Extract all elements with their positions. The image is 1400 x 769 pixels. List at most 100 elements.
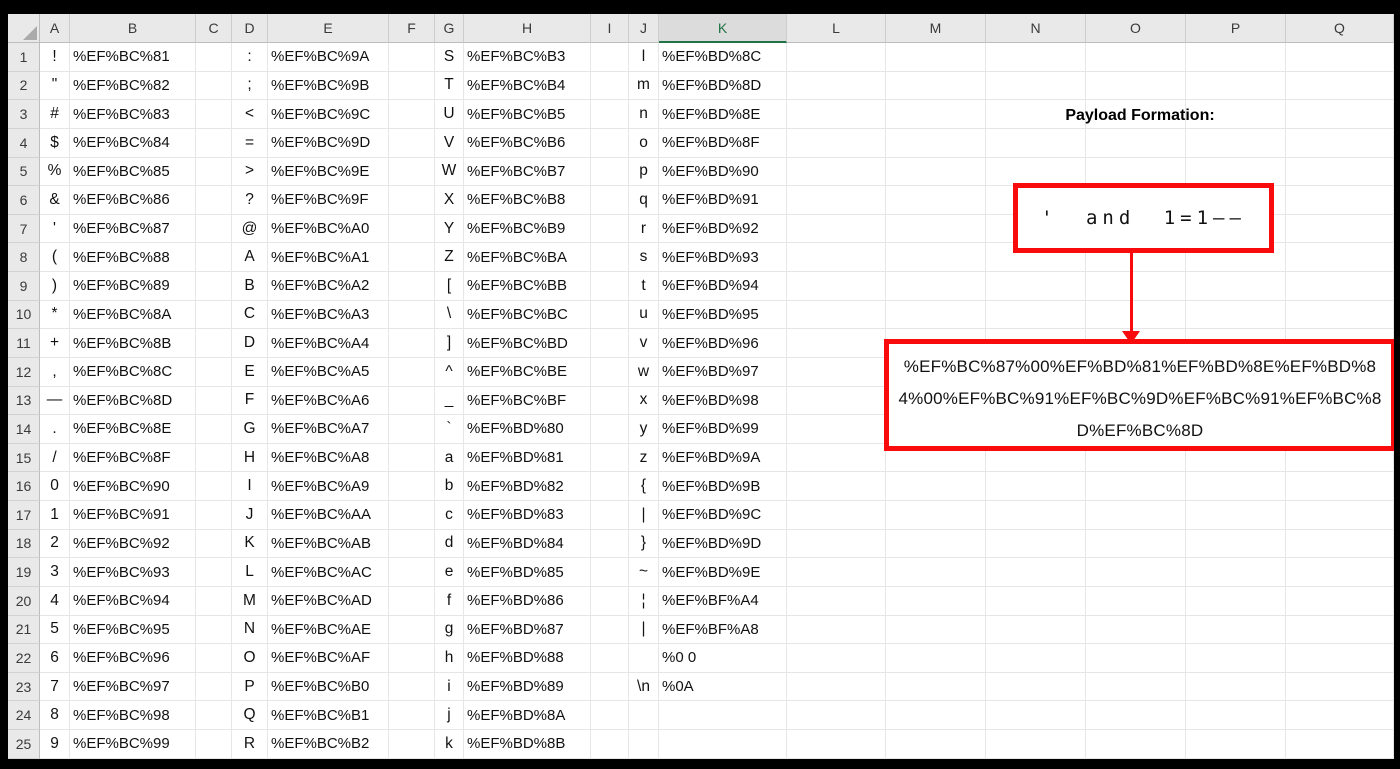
cell-G1[interactable]: S (435, 43, 464, 72)
row-header-2[interactable]: 2 (8, 71, 40, 101)
cell-N23[interactable] (986, 672, 1086, 702)
cell-Q18[interactable] (1286, 529, 1394, 559)
cell-O6[interactable] (1086, 186, 1186, 215)
cell-H12[interactable]: %EF%BC%BE (464, 357, 591, 387)
cell-N5[interactable] (986, 157, 1086, 187)
cell-D13[interactable]: F (232, 386, 268, 416)
cell-Q9[interactable] (1286, 272, 1394, 301)
cell-H16[interactable]: %EF%BD%82 (464, 472, 591, 501)
cell-L23[interactable] (787, 672, 886, 702)
cell-H2[interactable]: %EF%BC%B4 (464, 71, 591, 101)
cell-E16[interactable]: %EF%BC%A9 (268, 472, 389, 501)
cell-M4[interactable] (886, 128, 986, 158)
column-header-A[interactable]: A (40, 14, 70, 43)
cell-A2[interactable]: " (40, 71, 70, 101)
cell-F7[interactable] (389, 214, 435, 244)
cell-Q19[interactable] (1286, 558, 1394, 587)
cell-C19[interactable] (196, 558, 232, 587)
cell-L6[interactable] (787, 186, 886, 215)
cell-C13[interactable] (196, 386, 232, 416)
row-header-15[interactable]: 15 (8, 443, 40, 473)
cell-D11[interactable]: D (232, 329, 268, 358)
cell-O23[interactable] (1086, 672, 1186, 702)
cell-H4[interactable]: %EF%BC%B6 (464, 128, 591, 158)
cell-D23[interactable]: P (232, 672, 268, 702)
cell-D22[interactable]: O (232, 644, 268, 673)
cell-O9[interactable] (1086, 272, 1186, 301)
cell-E17[interactable]: %EF%BC%AA (268, 501, 389, 530)
cell-M22[interactable] (886, 644, 986, 673)
cell-G12[interactable]: ^ (435, 357, 464, 387)
column-header-H[interactable]: H (464, 14, 591, 43)
row-header-10[interactable]: 10 (8, 300, 40, 330)
cell-C10[interactable] (196, 300, 232, 330)
cell-C22[interactable] (196, 644, 232, 673)
cell-B14[interactable]: %EF%BC%8E (70, 415, 196, 444)
cell-P24[interactable] (1186, 701, 1286, 730)
cell-C14[interactable] (196, 415, 232, 444)
cell-H17[interactable]: %EF%BD%83 (464, 501, 591, 530)
cell-C23[interactable] (196, 672, 232, 702)
cell-M13[interactable] (886, 386, 986, 416)
row-header-24[interactable]: 24 (8, 701, 40, 730)
cell-H24[interactable]: %EF%BD%8A (464, 701, 591, 730)
cell-B22[interactable]: %EF%BC%96 (70, 644, 196, 673)
cell-O8[interactable] (1086, 243, 1186, 272)
row-header-13[interactable]: 13 (8, 386, 40, 416)
cell-G14[interactable]: ` (435, 415, 464, 444)
cell-G15[interactable]: a (435, 443, 464, 473)
cell-P14[interactable] (1186, 415, 1286, 444)
cell-Q23[interactable] (1286, 672, 1394, 702)
cell-N2[interactable] (986, 71, 1086, 101)
cell-E6[interactable]: %EF%BC%9F (268, 186, 389, 215)
cell-C18[interactable] (196, 529, 232, 559)
cell-P15[interactable] (1186, 443, 1286, 473)
cell-A19[interactable]: 3 (40, 558, 70, 587)
cell-F5[interactable] (389, 157, 435, 187)
cell-G10[interactable]: \ (435, 300, 464, 330)
cell-D5[interactable]: > (232, 157, 268, 187)
cell-Q12[interactable] (1286, 357, 1394, 387)
cell-D1[interactable]: : (232, 43, 268, 72)
cell-O5[interactable] (1086, 157, 1186, 187)
cell-O10[interactable] (1086, 300, 1186, 330)
cell-L2[interactable] (787, 71, 886, 101)
cell-E13[interactable]: %EF%BC%A6 (268, 386, 389, 416)
cell-A9[interactable]: ) (40, 272, 70, 301)
cell-L4[interactable] (787, 128, 886, 158)
cell-L13[interactable] (787, 386, 886, 416)
cell-O12[interactable] (1086, 357, 1186, 387)
cell-P13[interactable] (1186, 386, 1286, 416)
cell-F24[interactable] (389, 701, 435, 730)
cell-C17[interactable] (196, 501, 232, 530)
cell-M7[interactable] (886, 214, 986, 244)
cell-I22[interactable] (591, 644, 629, 673)
cell-Q6[interactable] (1286, 186, 1394, 215)
cell-E5[interactable]: %EF%BC%9E (268, 157, 389, 187)
cell-N17[interactable] (986, 501, 1086, 530)
cell-O7[interactable] (1086, 214, 1186, 244)
row-header-6[interactable]: 6 (8, 186, 40, 215)
cell-J13[interactable]: x (629, 386, 659, 416)
cell-K7[interactable]: %EF%BD%92 (659, 214, 787, 244)
column-header-L[interactable]: L (787, 14, 886, 43)
row-header-1[interactable]: 1 (8, 43, 40, 72)
cell-O17[interactable] (1086, 501, 1186, 530)
cell-B10[interactable]: %EF%BC%8A (70, 300, 196, 330)
cell-G2[interactable]: T (435, 71, 464, 101)
cell-F14[interactable] (389, 415, 435, 444)
cell-O1[interactable] (1086, 43, 1186, 72)
cell-H20[interactable]: %EF%BD%86 (464, 586, 591, 616)
cell-F8[interactable] (389, 243, 435, 272)
cell-J6[interactable]: q (629, 186, 659, 215)
cell-F1[interactable] (389, 43, 435, 72)
cell-A23[interactable]: 7 (40, 672, 70, 702)
row-header-11[interactable]: 11 (8, 329, 40, 358)
cell-D24[interactable]: Q (232, 701, 268, 730)
cell-N24[interactable] (986, 701, 1086, 730)
cell-E10[interactable]: %EF%BC%A3 (268, 300, 389, 330)
cell-J2[interactable]: m (629, 71, 659, 101)
cell-P12[interactable] (1186, 357, 1286, 387)
cell-J3[interactable]: n (629, 100, 659, 129)
cell-N8[interactable] (986, 243, 1086, 272)
